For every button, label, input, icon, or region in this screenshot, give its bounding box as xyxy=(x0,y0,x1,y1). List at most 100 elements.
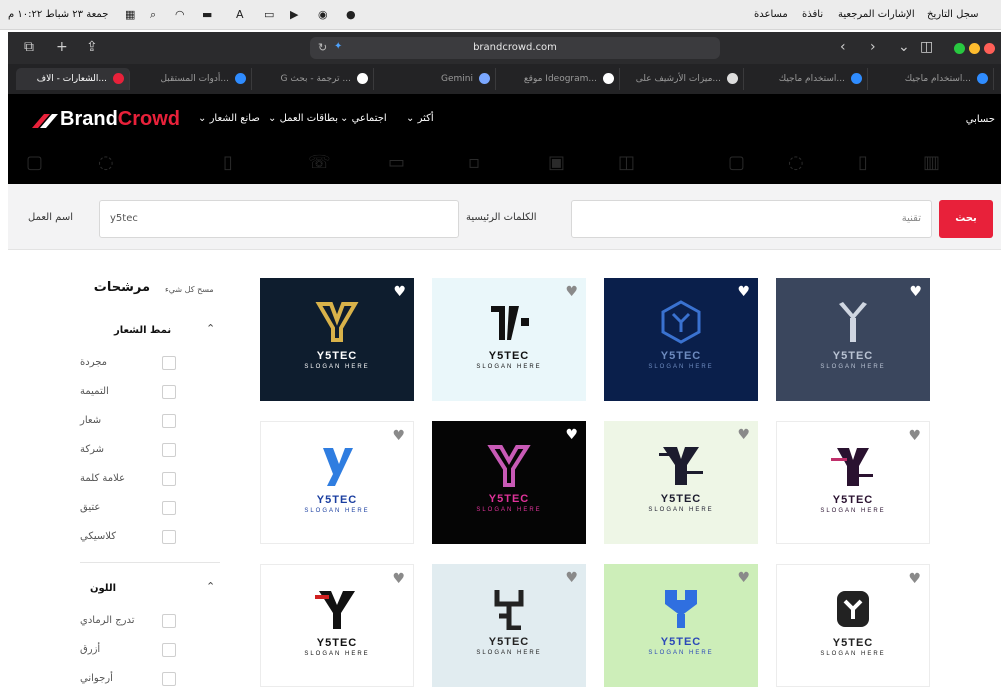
chevron-up-icon[interactable]: ⌃ xyxy=(206,580,215,593)
logo-slogan: SLOGAN HERE xyxy=(476,507,542,513)
site-logo[interactable]: BrandCrowd xyxy=(60,108,180,131)
url-text: brandcrowd.com xyxy=(473,42,557,53)
heart-icon[interactable]: ♥ xyxy=(565,428,578,442)
google-favicon-icon xyxy=(357,73,368,84)
logo-card[interactable]: ♥ Y5TEC SLOGAN HERE xyxy=(776,564,930,687)
play-icon[interactable]: ▶ xyxy=(290,8,298,21)
nav-social[interactable]: ⌄ اجتماعي xyxy=(340,113,387,124)
globe-favicon-icon xyxy=(977,73,988,84)
clear-all-link[interactable]: مسح كل شيء xyxy=(165,285,214,294)
logo-card[interactable]: ♥ Y5TEC SLOGAN HERE xyxy=(432,421,586,544)
nav-more[interactable]: ⌄ أكثر xyxy=(406,113,434,124)
logo-card[interactable]: ♥ Y5TEC SLOGAN HERE xyxy=(432,278,586,401)
tab-magic-2[interactable]: استخدام ماجيك... xyxy=(868,68,994,90)
filter-option-classic[interactable]: كلاسيكي xyxy=(80,531,200,542)
address-bar[interactable]: ↻ ✦ brandcrowd.com xyxy=(310,37,720,59)
heart-icon[interactable]: ♥ xyxy=(737,571,750,585)
menubar-clock[interactable]: جمعة ٢٣ شباط ١٠:٢٢ م xyxy=(8,9,108,20)
close-button[interactable] xyxy=(984,43,995,54)
tab-ideogram[interactable]: موقع Ideogram... xyxy=(496,68,620,90)
app-icon-1[interactable]: ◉ xyxy=(318,8,328,21)
logo-mark-icon xyxy=(604,586,758,630)
filter-option-company[interactable]: شركة xyxy=(80,444,200,455)
tab-archive[interactable]: ميزات الأرشيف على... xyxy=(620,68,744,90)
heart-icon[interactable]: ♥ xyxy=(392,429,405,443)
heart-icon[interactable]: ♥ xyxy=(565,285,578,299)
heart-icon[interactable]: ♥ xyxy=(737,285,750,299)
chevron-up-icon[interactable]: ⌃ xyxy=(206,322,215,335)
heart-icon[interactable]: ♥ xyxy=(908,429,921,443)
filter-option-purple[interactable]: أرجواني xyxy=(80,673,200,684)
logo-slogan: SLOGAN HERE xyxy=(820,651,886,657)
search-bar: اسم العمل y5tec الكلمات الرئيسية تقنية ب… xyxy=(8,184,1001,250)
browser-toolbar: ⧉ + ⇪ ↻ ✦ brandcrowd.com ‹ › ⌄ ◫ xyxy=(8,32,1001,64)
logo-card[interactable]: ♥ Y5TEC SLOGAN HERE xyxy=(260,564,414,687)
tab-gemini[interactable]: Gemini xyxy=(374,68,496,90)
logo-name: Y5TEC xyxy=(660,636,702,648)
back-icon[interactable]: ‹ xyxy=(840,39,846,55)
logo-card[interactable]: ♥ Y5TEC SLOGAN HERE xyxy=(604,564,758,687)
tab-logos[interactable]: الشعارات - الاف... xyxy=(16,68,130,90)
heart-icon[interactable]: ♥ xyxy=(565,571,578,585)
account-link[interactable]: حسابي xyxy=(966,114,995,125)
new-tab-icon[interactable]: + xyxy=(56,39,68,55)
control-center-icon[interactable]: ▦ xyxy=(125,8,135,21)
business-name-input[interactable]: y5tec xyxy=(99,200,459,238)
logo-card[interactable]: ♥ Y5TEC SLOGAN HERE xyxy=(604,421,758,544)
battery-icon[interactable]: ▬ xyxy=(202,8,212,21)
logo-name: Y5TEC xyxy=(832,637,874,649)
logo-card[interactable]: ♥ Y5TEC SLOGAN HERE xyxy=(432,564,586,687)
filter-option-blue[interactable]: أزرق xyxy=(80,644,200,655)
filter-option-vintage[interactable]: عتيق xyxy=(80,502,200,513)
decor-icon: ◌ xyxy=(788,152,804,173)
browser-window: ⧉ + ⇪ ↻ ✦ brandcrowd.com ‹ › ⌄ ◫ الشعارا… xyxy=(8,32,1001,94)
tab-translate[interactable]: G ترجمة - بحث ... xyxy=(252,68,374,90)
logo-mark-icon xyxy=(432,300,586,344)
keywords-input[interactable]: تقنية xyxy=(571,200,932,238)
chevron-down-icon[interactable]: ⌄ xyxy=(898,39,910,55)
logo-name: Y5TEC xyxy=(316,637,358,649)
heart-icon[interactable]: ♥ xyxy=(392,572,405,586)
display-icon[interactable]: ▭ xyxy=(264,8,274,21)
heart-icon[interactable]: ♥ xyxy=(908,572,921,586)
menu-help[interactable]: مساعدة xyxy=(754,9,788,20)
share-icon[interactable]: ⇪ xyxy=(86,39,98,55)
filter-option-grayscale[interactable]: تدرج الرمادي xyxy=(80,615,200,626)
zoom-button[interactable] xyxy=(954,43,965,54)
search-button[interactable]: بحث xyxy=(939,200,993,238)
logo-card[interactable]: ♥ Y5TEC SLOGAN HERE xyxy=(260,421,414,544)
nav-business-cards[interactable]: ⌄ بطاقات العمل xyxy=(268,113,338,124)
sidebar-icon[interactable]: ◫ xyxy=(920,39,933,55)
decor-icon: ▯ xyxy=(223,152,233,173)
logo-card[interactable]: ♥ Y5TEC SLOGAN HERE xyxy=(776,421,930,544)
heart-icon[interactable]: ♥ xyxy=(393,285,406,299)
forward-icon[interactable]: › xyxy=(870,39,876,55)
tab-overview-icon[interactable]: ⧉ xyxy=(24,39,34,55)
heart-icon[interactable]: ♥ xyxy=(909,285,922,299)
logo-card[interactable]: ♥ Y5TEC SLOGAN HERE xyxy=(776,278,930,401)
menu-history[interactable]: سجل التاريخ xyxy=(927,9,979,20)
filter-option-abstract[interactable]: مجردة xyxy=(80,357,200,368)
filter-option-mascot[interactable]: التميمة xyxy=(80,386,200,397)
decor-icon: ◌ xyxy=(98,152,114,173)
tab-tools[interactable]: أدوات المستقبل... xyxy=(130,68,252,90)
input-source-icon[interactable]: A xyxy=(236,8,244,21)
logo-card[interactable]: ♥ Y5TEC SLOGAN HERE xyxy=(604,278,758,401)
nav-logo-maker[interactable]: ⌄ صانع الشعار xyxy=(198,113,260,124)
tab-magic-1[interactable]: استخدام ماجيك... xyxy=(744,68,868,90)
menu-bookmarks[interactable]: الإشارات المرجعية xyxy=(838,9,915,20)
search-icon[interactable]: ⌕ xyxy=(150,8,156,22)
filter-option-emblem[interactable]: شعار xyxy=(80,415,200,426)
wifi-icon[interactable]: ◠ xyxy=(175,8,185,21)
decor-icon: ▭ xyxy=(388,152,406,173)
logo-name: Y5TEC xyxy=(660,350,702,362)
brandcrowd-logo-icon[interactable] xyxy=(30,112,60,130)
app-icon-2[interactable]: ● xyxy=(346,8,356,21)
filter-option-wordmark[interactable]: علامة كلمة xyxy=(80,473,200,484)
minimize-button[interactable] xyxy=(969,43,980,54)
decor-icon: ◫ xyxy=(618,152,636,173)
tab-bar: الشعارات - الاف... أدوات المستقبل... G ت… xyxy=(8,64,1001,94)
heart-icon[interactable]: ♥ xyxy=(737,428,750,442)
logo-card[interactable]: ♥ Y5TEC SLOGAN HERE xyxy=(260,278,414,401)
menu-window[interactable]: نافذة xyxy=(802,9,823,20)
